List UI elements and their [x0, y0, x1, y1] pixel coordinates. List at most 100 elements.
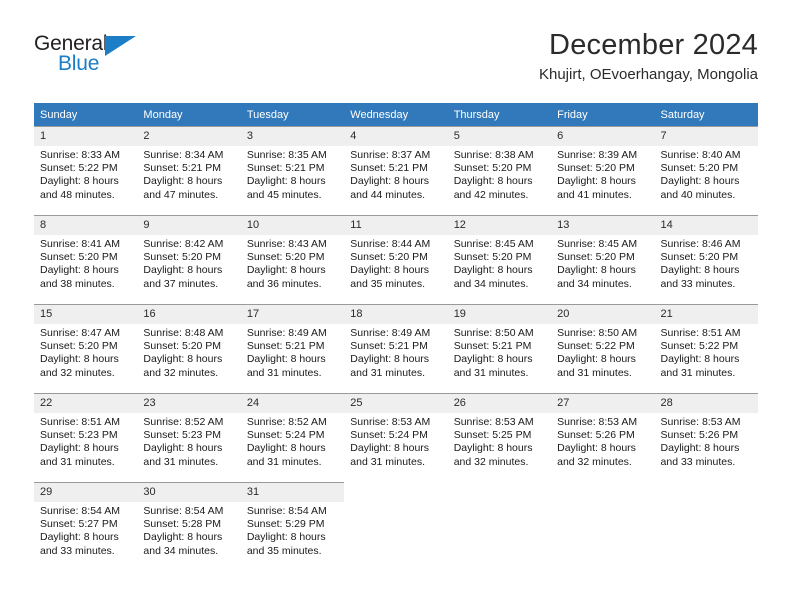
day-cell-12[interactable]: 12 Sunrise: 8:45 AM Sunset: 5:20 PM Dayl…	[447, 215, 552, 304]
calendar-cell[interactable]: 11 Sunrise: 8:44 AM Sunset: 5:20 PM Dayl…	[344, 215, 448, 304]
day-number: 10	[240, 216, 345, 235]
daylight-text-line2: and 36 minutes.	[246, 277, 322, 290]
sunset-text: Sunset: 5:29 PM	[246, 518, 325, 531]
calendar-cell[interactable]: 29 Sunrise: 8:54 AM Sunset: 5:27 PM Dayl…	[34, 482, 138, 571]
sunrise-text: Sunrise: 8:47 AM	[40, 327, 120, 339]
calendar-cell[interactable]: 20 Sunrise: 8:50 AM Sunset: 5:22 PM Dayl…	[551, 304, 655, 393]
day-cell-3[interactable]: 3 Sunrise: 8:35 AM Sunset: 5:21 PM Dayli…	[240, 126, 345, 215]
calendar-cell[interactable]: 2 Sunrise: 8:34 AM Sunset: 5:21 PM Dayli…	[137, 126, 241, 215]
day-cell-4[interactable]: 4 Sunrise: 8:37 AM Sunset: 5:21 PM Dayli…	[344, 126, 448, 215]
calendar-cell[interactable]: 15 Sunrise: 8:47 AM Sunset: 5:20 PM Dayl…	[34, 304, 138, 393]
day-cell-8[interactable]: 8 Sunrise: 8:41 AM Sunset: 5:20 PM Dayli…	[34, 215, 138, 304]
day-cell-9[interactable]: 9 Sunrise: 8:42 AM Sunset: 5:20 PM Dayli…	[137, 215, 241, 304]
calendar-cell[interactable]: 9 Sunrise: 8:42 AM Sunset: 5:20 PM Dayli…	[137, 215, 241, 304]
daylight-text-line1: Daylight: 8 hours	[40, 264, 119, 277]
day-details: Sunrise: 8:52 AM Sunset: 5:24 PM Dayligh…	[241, 413, 344, 469]
daylight-text-line1: Daylight: 8 hours	[557, 353, 636, 366]
day-cell-23[interactable]: 23 Sunrise: 8:52 AM Sunset: 5:23 PM Dayl…	[137, 393, 241, 482]
calendar-cell[interactable]: 7 Sunrise: 8:40 AM Sunset: 5:20 PM Dayli…	[654, 126, 758, 215]
calendar-cell[interactable]: 8 Sunrise: 8:41 AM Sunset: 5:20 PM Dayli…	[34, 215, 138, 304]
day-cell-1[interactable]: 1 Sunrise: 8:33 AM Sunset: 5:22 PM Dayli…	[34, 126, 138, 215]
day-cell-11[interactable]: 11 Sunrise: 8:44 AM Sunset: 5:20 PM Dayl…	[344, 215, 448, 304]
calendar-cell[interactable]: 12 Sunrise: 8:45 AM Sunset: 5:20 PM Dayl…	[447, 215, 552, 304]
day-cell-7[interactable]: 7 Sunrise: 8:40 AM Sunset: 5:20 PM Dayli…	[654, 126, 758, 215]
day-number: 28	[654, 394, 758, 413]
logo-text-blue: Blue	[58, 52, 100, 75]
day-cell-24[interactable]: 24 Sunrise: 8:52 AM Sunset: 5:24 PM Dayl…	[240, 393, 345, 482]
calendar-cell[interactable]: 28 Sunrise: 8:53 AM Sunset: 5:26 PM Dayl…	[654, 393, 758, 482]
calendar-cell[interactable]: 17 Sunrise: 8:49 AM Sunset: 5:21 PM Dayl…	[240, 304, 345, 393]
day-cell-20[interactable]: 20 Sunrise: 8:50 AM Sunset: 5:22 PM Dayl…	[551, 304, 655, 393]
title-block: December 2024 Khujirt, OEvoerhangay, Mon…	[539, 28, 758, 85]
calendar-cell[interactable]: 21 Sunrise: 8:51 AM Sunset: 5:22 PM Dayl…	[654, 304, 758, 393]
day-details: Sunrise: 8:41 AM Sunset: 5:20 PM Dayligh…	[34, 235, 137, 291]
daylight-text-line1: Daylight: 8 hours	[660, 175, 740, 188]
day-cell-15[interactable]: 15 Sunrise: 8:47 AM Sunset: 5:20 PM Dayl…	[34, 304, 138, 393]
day-cell-14[interactable]: 14 Sunrise: 8:46 AM Sunset: 5:20 PM Dayl…	[654, 215, 758, 304]
calendar-cell[interactable]: 19 Sunrise: 8:50 AM Sunset: 5:21 PM Dayl…	[447, 304, 552, 393]
day-cell-2[interactable]: 2 Sunrise: 8:34 AM Sunset: 5:21 PM Dayli…	[137, 126, 241, 215]
calendar-week-row: 8 Sunrise: 8:41 AM Sunset: 5:20 PM Dayli…	[34, 215, 758, 304]
day-cell-31[interactable]: 31 Sunrise: 8:54 AM Sunset: 5:29 PM Dayl…	[240, 482, 345, 571]
calendar-cell[interactable]: 4 Sunrise: 8:37 AM Sunset: 5:21 PM Dayli…	[344, 126, 448, 215]
day-cell-28[interactable]: 28 Sunrise: 8:53 AM Sunset: 5:26 PM Dayl…	[654, 393, 758, 482]
daylight-text-line1: Daylight: 8 hours	[143, 175, 223, 188]
calendar-cell[interactable]: 24 Sunrise: 8:52 AM Sunset: 5:24 PM Dayl…	[240, 393, 345, 482]
calendar-cell[interactable]: 27 Sunrise: 8:53 AM Sunset: 5:26 PM Dayl…	[551, 393, 655, 482]
day-cell-22[interactable]: 22 Sunrise: 8:51 AM Sunset: 5:23 PM Dayl…	[34, 393, 138, 482]
sunset-text: Sunset: 5:22 PM	[40, 162, 118, 175]
daylight-text-line2: and 34 minutes.	[453, 277, 529, 290]
sunset-text: Sunset: 5:20 PM	[453, 251, 532, 264]
daylight-text-line1: Daylight: 8 hours	[453, 175, 533, 188]
day-number: 14	[654, 216, 758, 235]
daylight-text-line2: and 34 minutes.	[557, 277, 632, 290]
daylight-text-line1: Daylight: 8 hours	[40, 442, 119, 455]
day-cell-6[interactable]: 6 Sunrise: 8:39 AM Sunset: 5:20 PM Dayli…	[551, 126, 655, 215]
day-details: Sunrise: 8:49 AM Sunset: 5:21 PM Dayligh…	[241, 324, 344, 380]
calendar-cell[interactable]: 16 Sunrise: 8:48 AM Sunset: 5:20 PM Dayl…	[137, 304, 241, 393]
day-details: Sunrise: 8:50 AM Sunset: 5:21 PM Dayligh…	[448, 324, 551, 380]
calendar-cell[interactable]: 10 Sunrise: 8:43 AM Sunset: 5:20 PM Dayl…	[240, 215, 345, 304]
calendar-cell[interactable]: 5 Sunrise: 8:38 AM Sunset: 5:20 PM Dayli…	[447, 126, 552, 215]
daylight-text-line2: and 32 minutes.	[557, 455, 632, 468]
day-cell-27[interactable]: 27 Sunrise: 8:53 AM Sunset: 5:26 PM Dayl…	[551, 393, 655, 482]
sunset-text: Sunset: 5:25 PM	[453, 429, 532, 442]
day-number: 7	[654, 127, 758, 146]
day-cell-25[interactable]: 25 Sunrise: 8:53 AM Sunset: 5:24 PM Dayl…	[344, 393, 448, 482]
day-number: 12	[447, 216, 552, 235]
daylight-text-line1: Daylight: 8 hours	[143, 442, 223, 455]
page-header: General Blue December 2024 Khujirt, OEvo…	[34, 28, 758, 100]
day-cell-13[interactable]: 13 Sunrise: 8:45 AM Sunset: 5:20 PM Dayl…	[551, 215, 655, 304]
calendar-cell[interactable]: 1 Sunrise: 8:33 AM Sunset: 5:22 PM Dayli…	[34, 126, 138, 215]
day-cell-5[interactable]: 5 Sunrise: 8:38 AM Sunset: 5:20 PM Dayli…	[447, 126, 552, 215]
calendar-cell[interactable]: 13 Sunrise: 8:45 AM Sunset: 5:20 PM Dayl…	[551, 215, 655, 304]
calendar-cell[interactable]: 31 Sunrise: 8:54 AM Sunset: 5:29 PM Dayl…	[240, 482, 345, 571]
day-cell-21[interactable]: 21 Sunrise: 8:51 AM Sunset: 5:22 PM Dayl…	[654, 304, 758, 393]
calendar-cell[interactable]: 26 Sunrise: 8:53 AM Sunset: 5:25 PM Dayl…	[447, 393, 552, 482]
day-cell-16[interactable]: 16 Sunrise: 8:48 AM Sunset: 5:20 PM Dayl…	[137, 304, 241, 393]
daylight-text-line1: Daylight: 8 hours	[350, 353, 430, 366]
day-cell-30[interactable]: 30 Sunrise: 8:54 AM Sunset: 5:28 PM Dayl…	[137, 482, 241, 571]
day-number: 1	[34, 127, 138, 146]
day-details: Sunrise: 8:33 AM Sunset: 5:22 PM Dayligh…	[34, 146, 137, 202]
day-cell-29[interactable]: 29 Sunrise: 8:54 AM Sunset: 5:27 PM Dayl…	[34, 482, 138, 571]
day-cell-17[interactable]: 17 Sunrise: 8:49 AM Sunset: 5:21 PM Dayl…	[240, 304, 345, 393]
calendar-cell[interactable]: 6 Sunrise: 8:39 AM Sunset: 5:20 PM Dayli…	[551, 126, 655, 215]
calendar-cell[interactable]: 30 Sunrise: 8:54 AM Sunset: 5:28 PM Dayl…	[137, 482, 241, 571]
calendar-cell[interactable]: 14 Sunrise: 8:46 AM Sunset: 5:20 PM Dayl…	[654, 215, 758, 304]
weekday-header-wednesday: Wednesday	[344, 103, 448, 126]
day-details: Sunrise: 8:53 AM Sunset: 5:25 PM Dayligh…	[448, 413, 551, 469]
daylight-text-line2: and 40 minutes.	[660, 188, 736, 201]
calendar-cell[interactable]: 18 Sunrise: 8:49 AM Sunset: 5:21 PM Dayl…	[344, 304, 448, 393]
calendar-cell[interactable]: 3 Sunrise: 8:35 AM Sunset: 5:21 PM Dayli…	[240, 126, 345, 215]
calendar-cell[interactable]: 25 Sunrise: 8:53 AM Sunset: 5:24 PM Dayl…	[344, 393, 448, 482]
day-cell-18[interactable]: 18 Sunrise: 8:49 AM Sunset: 5:21 PM Dayl…	[344, 304, 448, 393]
sunrise-text: Sunrise: 8:51 AM	[660, 327, 741, 339]
calendar-cell[interactable]: 23 Sunrise: 8:52 AM Sunset: 5:23 PM Dayl…	[137, 393, 241, 482]
daylight-text-line1: Daylight: 8 hours	[40, 353, 119, 366]
day-cell-26[interactable]: 26 Sunrise: 8:53 AM Sunset: 5:25 PM Dayl…	[447, 393, 552, 482]
day-cell-19[interactable]: 19 Sunrise: 8:50 AM Sunset: 5:21 PM Dayl…	[447, 304, 552, 393]
day-cell-10[interactable]: 10 Sunrise: 8:43 AM Sunset: 5:20 PM Dayl…	[240, 215, 345, 304]
calendar-cell[interactable]: 22 Sunrise: 8:51 AM Sunset: 5:23 PM Dayl…	[34, 393, 138, 482]
day-details: Sunrise: 8:54 AM Sunset: 5:27 PM Dayligh…	[34, 502, 137, 558]
